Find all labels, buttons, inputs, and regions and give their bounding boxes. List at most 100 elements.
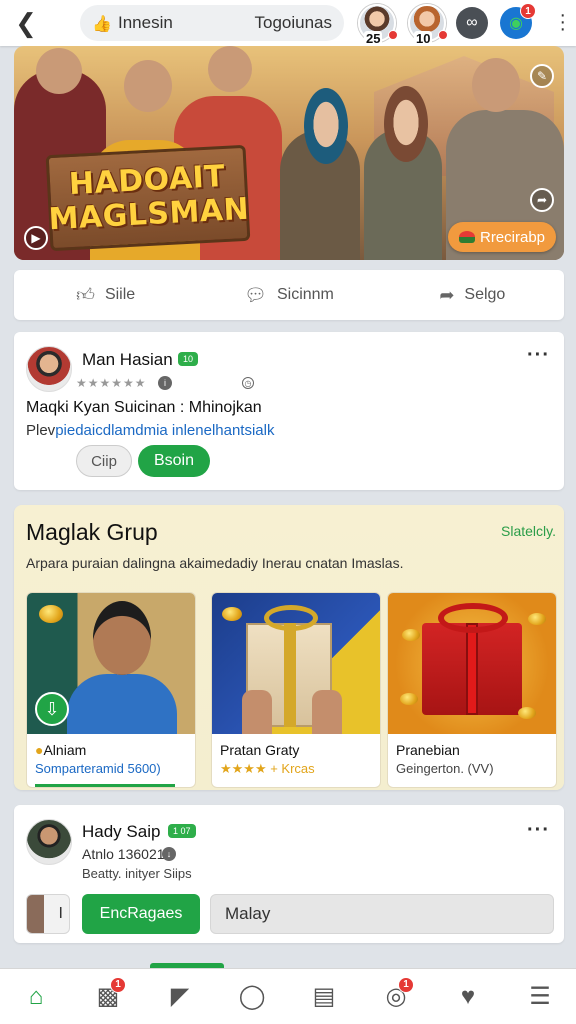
status-badge: 1 07 (168, 824, 196, 838)
thumbs-up-icon: 👍 (92, 16, 112, 33)
clock-icon: ◷ (242, 377, 254, 389)
person-shirt (67, 674, 177, 734)
more-vertical-icon[interactable]: · · · (559, 5, 566, 39)
person-5-hijab (384, 86, 428, 162)
story-avatar-1[interactable]: 25 (358, 4, 398, 46)
post-card: Hady Saip 1 07 Atnlo 136021 ↓ Beatty. in… (14, 805, 564, 943)
group-card-2[interactable]: Pratan Graty ★★★★ + Krcas (211, 592, 381, 788)
story-count-2: 10 (414, 31, 433, 46)
person-4-hijab (304, 88, 348, 164)
join-button[interactable]: Bsoin (138, 445, 210, 477)
feed-icon[interactable]: ▤ (304, 977, 344, 1017)
person-1-head (36, 48, 82, 94)
post-card: Man Hasian 10 ★★★★★★ i ◷ ··· Maqki Kyan … (14, 332, 564, 490)
rating-stars: ★★★★★★ (76, 376, 147, 390)
online-dot (388, 30, 398, 40)
hand (312, 690, 342, 734)
hero-button-label: Rrecirabp (479, 228, 546, 246)
story-count-1: 25 (364, 31, 383, 46)
menu-icon[interactable]: ☰ (520, 977, 560, 1017)
secondary-button[interactable]: Ciip (76, 445, 132, 477)
chat-icon[interactable]: ▩ 1 (88, 976, 128, 1017)
edit-icon[interactable]: ✎ (530, 64, 554, 88)
like-label: Siile (104, 286, 136, 303)
notification-badge: 1 (520, 3, 536, 19)
avatar[interactable] (26, 346, 72, 392)
avatar[interactable] (26, 819, 72, 865)
status-badge: 10 (178, 352, 199, 366)
share-action[interactable]: ➦ Selgo (381, 285, 564, 306)
post-meta: Atnlo 136021 (82, 846, 165, 862)
group-section: Maglak Grup Slatelcly. Arpara puraian da… (14, 505, 564, 790)
chart-icon[interactable]: ◤ (160, 977, 200, 1017)
online-dot (438, 30, 448, 40)
hand (242, 690, 272, 734)
more-horizontal-icon[interactable]: ··· (527, 819, 550, 842)
gift-ribbon (466, 623, 478, 715)
group-card-1[interactable]: ⇩ ●Alniam Somparteramid 5600) (26, 592, 196, 788)
back-arrow-icon[interactable]: ❮ (0, 0, 52, 46)
share-label: Selgo (464, 286, 506, 303)
info-icon[interactable]: ↓ (162, 847, 176, 861)
notification-badge: 1 (110, 976, 126, 993)
post-author[interactable]: Man Hasian (82, 350, 173, 370)
see-all-link[interactable]: Slatelcly. (501, 523, 556, 539)
download-icon[interactable]: ⇩ (35, 692, 69, 726)
hero-action-button[interactable]: Rrecirabp (448, 222, 556, 252)
story-avatar-2[interactable]: 10 (408, 4, 448, 46)
info-icon[interactable]: i (158, 376, 172, 390)
notifications-icon[interactable]: ◎ 1 (376, 976, 416, 1017)
person-3-head (208, 46, 252, 92)
group-card-sub: ★★★★ + Krcas (220, 761, 315, 776)
more-horizontal-icon[interactable]: ··· (527, 344, 550, 367)
search-right-text: Togoiunas (254, 13, 332, 32)
globe-icon[interactable]: ◉ 1 (500, 3, 536, 39)
group-card-sub: Geingerton. (VV) (396, 761, 494, 776)
link-lead: Plev (26, 422, 56, 439)
home-icon[interactable]: ⌂ (16, 977, 56, 1017)
gift-bow (438, 603, 508, 633)
coin-icon (518, 707, 536, 719)
play-icon[interactable]: ▶ (24, 226, 48, 250)
hero-banner[interactable]: HADOAIT MAGLSMAN ▶ ✎ ➦ Rrecirabp (14, 46, 564, 260)
engage-button[interactable]: EncRagaes (82, 894, 200, 934)
post-author[interactable]: Hady Saip (82, 822, 160, 842)
group-card-image (388, 593, 556, 734)
post-title: Maqki Kyan Suicinan : Mhinojkan (26, 399, 262, 416)
progress-bar (35, 784, 175, 787)
share-icon: ➦ (439, 284, 455, 305)
hero-sign: HADOAIT MAGLSMAN (45, 144, 251, 252)
comment-icon: 💬︎ (244, 284, 267, 305)
top-bar: ❮ 👍 Innesin Togoiunas 25 10 ∞ ◉ 1 · · · (0, 0, 576, 46)
share-icon[interactable]: ➦ (530, 188, 554, 212)
action-bar: 👍︎ Siile 💬︎ Sicinnm ➦ Selgo (14, 270, 564, 320)
link-text: piedaicdlamdmia inlenelhantsialk (55, 422, 275, 439)
post-link[interactable]: Plevpiedaicdlamdmia inlenelhantsialk (26, 422, 274, 439)
reply-input[interactable]: Malay (210, 894, 554, 934)
coin-icon (528, 613, 546, 625)
thumbs-up-icon: 👍︎ (76, 285, 95, 305)
bottom-nav: ⌂ ▩ 1 ◤ ◯ ▤ ◎ 1 ♥ ☰ (0, 968, 576, 1024)
group-title: Maglak Grup (26, 519, 158, 545)
thumbnail-label: I (58, 905, 63, 922)
group-card-image (212, 593, 380, 734)
like-action[interactable]: 👍︎ Siile (14, 284, 197, 306)
comment-action[interactable]: 💬︎ Sicinnm (197, 285, 380, 306)
group-card-name: Pratan Graty (220, 742, 300, 758)
link-icon[interactable]: ∞ (456, 7, 488, 39)
messenger-icon[interactable]: ◯ (232, 977, 272, 1017)
coin-icon (400, 693, 418, 705)
person-2-head (124, 60, 172, 112)
coin-icon (222, 607, 242, 621)
person-6-head (472, 58, 520, 112)
group-card-3[interactable]: Pranebian Geingerton. (VV) (387, 592, 557, 788)
gift-ribbon (284, 623, 296, 727)
search-bar[interactable]: 👍 Innesin Togoiunas (80, 5, 344, 41)
heart-icon[interactable]: ♥ (448, 977, 488, 1017)
coin-icon (402, 629, 420, 641)
thumbnail[interactable]: I (26, 894, 70, 934)
flag-icon (458, 231, 475, 243)
group-description: Arpara puraian dalingna akaimedadiy Iner… (26, 555, 404, 571)
group-card-image: ⇩ (27, 593, 195, 734)
gift-bow (264, 605, 318, 631)
